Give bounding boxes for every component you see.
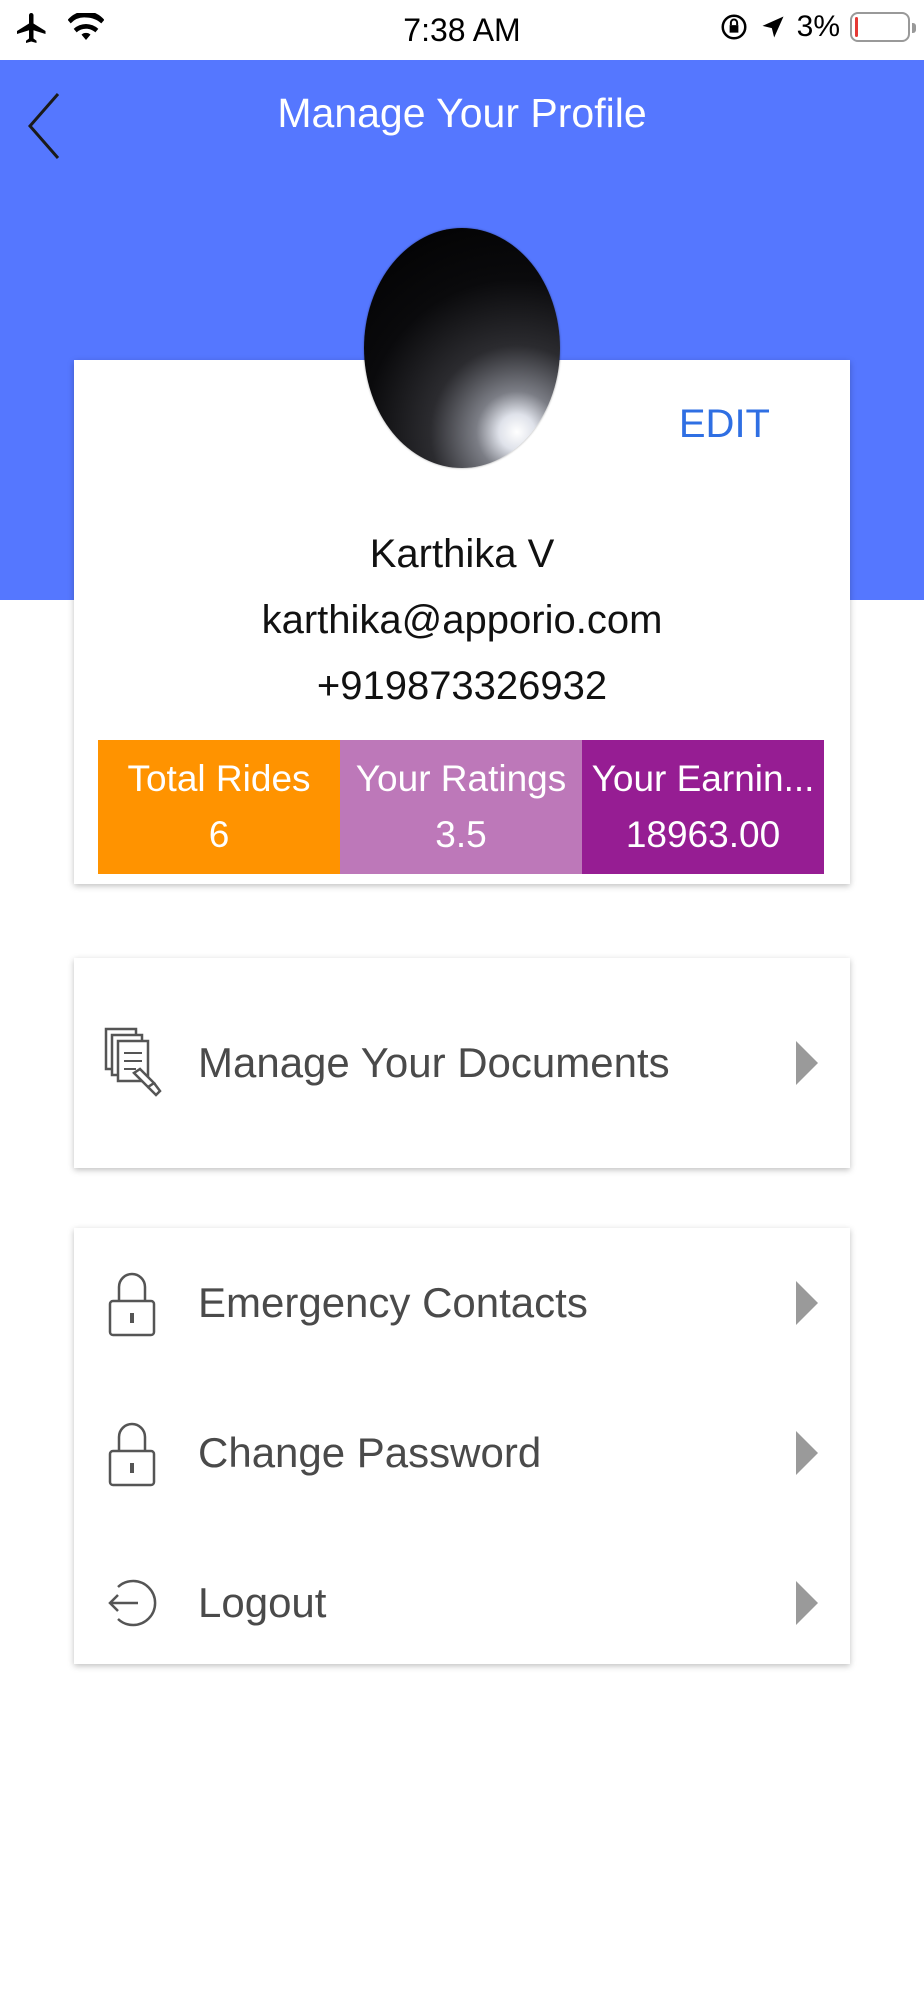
- profile-email: karthika@apporio.com: [261, 598, 663, 642]
- status-bar: 7:38 AM 3%: [0, 0, 924, 60]
- avatar[interactable]: [364, 228, 560, 468]
- edit-button[interactable]: EDIT: [679, 402, 770, 447]
- documents-icon: [102, 1025, 162, 1101]
- menu-label: Change Password: [198, 1429, 542, 1476]
- menu-item-documents[interactable]: Manage Your Documents: [74, 988, 850, 1138]
- menu-label: Emergency Contacts: [198, 1279, 588, 1326]
- menu-item-change-password[interactable]: Change Password: [74, 1378, 850, 1528]
- location-arrow-icon: [762, 16, 784, 38]
- stat-ratings: Your Ratings 3.5: [340, 740, 582, 874]
- lock-icon: [102, 1265, 162, 1341]
- rotation-lock-icon: [721, 14, 747, 40]
- menu-item-emergency-contacts[interactable]: Emergency Contacts: [74, 1228, 850, 1378]
- stat-value: 6: [208, 814, 230, 855]
- profile-name: Karthika V: [369, 532, 555, 576]
- profile-phone: +919873326932: [316, 664, 608, 708]
- stat-earnings: Your Earnin... 18963.00: [582, 740, 824, 874]
- account-card: Emergency Contacts Change Password Logou…: [74, 1228, 850, 1664]
- stat-label: Your Ratings: [355, 758, 567, 799]
- stat-label: Your Earnin...: [591, 758, 815, 799]
- stat-value: 3.5: [435, 814, 487, 855]
- battery-icon: [850, 12, 916, 42]
- chevron-right-icon: [796, 1431, 818, 1475]
- lock-icon: [102, 1415, 162, 1491]
- menu-label: Logout: [198, 1579, 327, 1626]
- menu-item-logout[interactable]: Logout: [74, 1528, 850, 1678]
- page-title: Manage Your Profile: [277, 90, 647, 136]
- chevron-right-icon: [796, 1281, 818, 1325]
- stat-label: Total Rides: [127, 758, 311, 799]
- documents-card: Manage Your Documents: [74, 958, 850, 1168]
- chevron-right-icon: [796, 1041, 818, 1085]
- chevron-right-icon: [796, 1581, 818, 1625]
- logout-icon: [102, 1565, 162, 1641]
- battery-percent: 3%: [796, 10, 840, 43]
- menu-label: Manage Your Documents: [198, 1039, 670, 1086]
- stat-total-rides: Total Rides 6: [98, 740, 340, 874]
- stats-bar: Total Rides 6 Your Ratings 3.5 Your Earn…: [98, 740, 824, 874]
- stat-value: 18963.00: [625, 814, 781, 855]
